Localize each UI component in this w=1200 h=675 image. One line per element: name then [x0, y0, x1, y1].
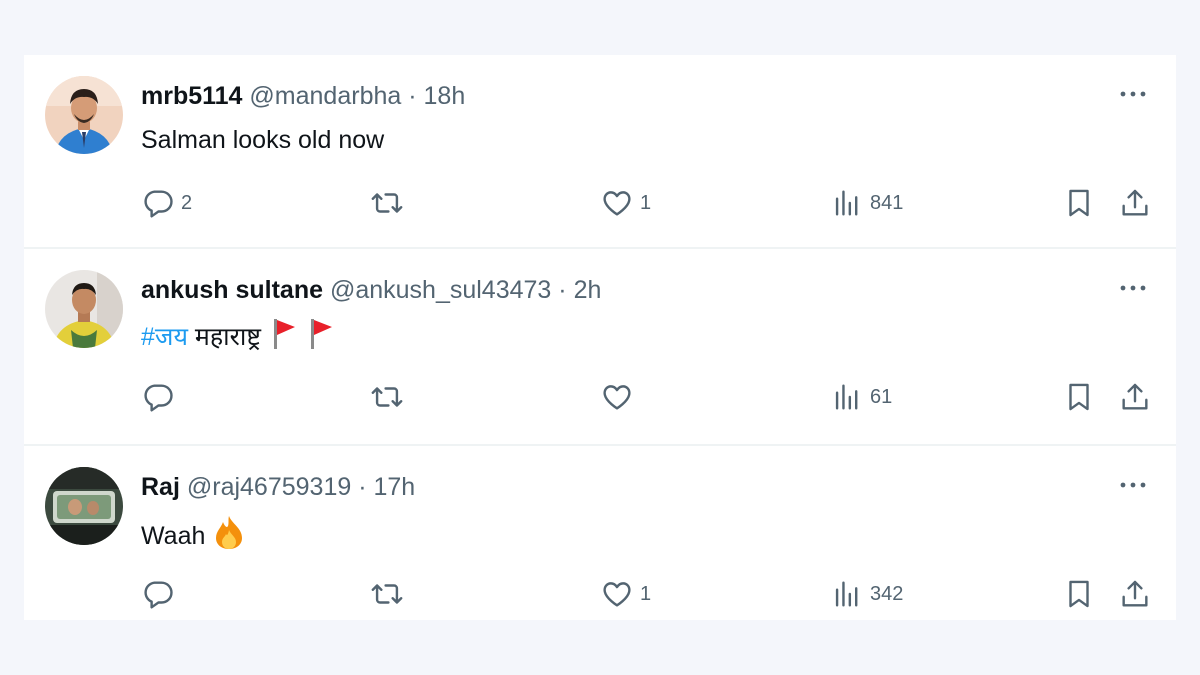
- reply-button[interactable]: [141, 377, 181, 417]
- like-button[interactable]: 1: [600, 183, 651, 223]
- bookmark-icon: [1062, 577, 1096, 611]
- view-count: 342: [870, 582, 904, 605]
- like-button[interactable]: [600, 377, 640, 417]
- more-options-icon[interactable]: [1116, 475, 1150, 495]
- reply-feed: mrb5114 @mandarbha · 18h Salman looks ol…: [24, 55, 1176, 620]
- bookmark-button[interactable]: [1062, 377, 1096, 417]
- tweet-text-body: Waah: [141, 522, 206, 550]
- view-count: 61: [870, 385, 893, 408]
- tweet[interactable]: Raj @raj46759319 · 17h Waah 1 342: [24, 446, 1176, 620]
- share-icon: [1118, 186, 1152, 220]
- share-icon: [1118, 577, 1152, 611]
- like-button[interactable]: 1: [600, 574, 651, 614]
- timestamp[interactable]: 18h: [424, 82, 466, 110]
- bookmark-button[interactable]: [1062, 574, 1096, 614]
- repost-icon: [369, 577, 405, 611]
- heart-icon: [600, 577, 634, 611]
- red-flag-emoji: [268, 317, 298, 360]
- share-button[interactable]: [1118, 377, 1152, 417]
- reply-button[interactable]: [141, 574, 181, 614]
- separator-dot: ·: [358, 473, 367, 501]
- repost-icon: [369, 380, 405, 414]
- avatar[interactable]: [45, 467, 123, 545]
- reply-icon: [141, 380, 175, 414]
- tweet-header: Raj @raj46759319 · 17h: [141, 472, 415, 502]
- reply-icon: [141, 186, 175, 220]
- tweet-header: ankush sultane @ankush_sul43473 · 2h: [141, 275, 601, 305]
- action-bar: 61: [24, 377, 1176, 417]
- action-bar: 2 1 841: [24, 183, 1176, 223]
- display-name[interactable]: Raj: [141, 473, 180, 501]
- user-handle[interactable]: @ankush_sul43473: [330, 276, 551, 304]
- views-button[interactable]: 342: [830, 574, 903, 614]
- more-options-icon[interactable]: [1116, 84, 1150, 104]
- reply-button[interactable]: 2: [141, 183, 192, 223]
- user-handle[interactable]: @mandarbha: [249, 82, 401, 110]
- like-count: 1: [640, 582, 652, 605]
- display-name[interactable]: mrb5114: [141, 82, 242, 110]
- tweet[interactable]: mrb5114 @mandarbha · 18h Salman looks ol…: [24, 55, 1176, 247]
- timestamp[interactable]: 17h: [374, 473, 416, 501]
- share-icon: [1118, 380, 1152, 414]
- fire-emoji: [212, 514, 246, 559]
- like-count: 1: [640, 191, 652, 214]
- heart-icon: [600, 380, 634, 414]
- tweet-text-body: महाराष्ट्र: [194, 323, 261, 351]
- user-handle[interactable]: @raj46759319: [187, 473, 351, 501]
- tweet-text: Waah: [141, 514, 246, 559]
- repost-icon: [369, 186, 405, 220]
- bookmark-button[interactable]: [1062, 183, 1096, 223]
- repost-button[interactable]: [369, 574, 411, 614]
- views-button[interactable]: 61: [830, 377, 892, 417]
- views-button[interactable]: 841: [830, 183, 903, 223]
- bookmark-icon: [1062, 186, 1096, 220]
- analytics-icon: [830, 186, 864, 220]
- hashtag-link[interactable]: #जय: [141, 323, 188, 351]
- bookmark-icon: [1062, 380, 1096, 414]
- tweet-text: #जय महाराष्ट्र: [141, 317, 335, 360]
- heart-icon: [600, 186, 634, 220]
- analytics-icon: [830, 380, 864, 414]
- repost-button[interactable]: [369, 183, 411, 223]
- more-options-icon[interactable]: [1116, 278, 1150, 298]
- avatar[interactable]: [45, 270, 123, 348]
- action-bar: 1 342: [24, 574, 1176, 614]
- view-count: 841: [870, 191, 904, 214]
- reply-icon: [141, 577, 175, 611]
- share-button[interactable]: [1118, 574, 1152, 614]
- red-flag-emoji: [305, 317, 335, 360]
- separator-dot: ·: [558, 276, 567, 304]
- avatar[interactable]: [45, 76, 123, 154]
- tweet-header: mrb5114 @mandarbha · 18h: [141, 81, 465, 111]
- analytics-icon: [830, 577, 864, 611]
- repost-button[interactable]: [369, 377, 411, 417]
- reply-count: 2: [181, 191, 193, 214]
- display-name[interactable]: ankush sultane: [141, 276, 323, 304]
- share-button[interactable]: [1118, 183, 1152, 223]
- separator-dot: ·: [408, 82, 417, 110]
- tweet-text: Salman looks old now: [141, 126, 385, 154]
- timestamp[interactable]: 2h: [574, 276, 602, 304]
- tweet[interactable]: ankush sultane @ankush_sul43473 · 2h #जय…: [24, 249, 1176, 441]
